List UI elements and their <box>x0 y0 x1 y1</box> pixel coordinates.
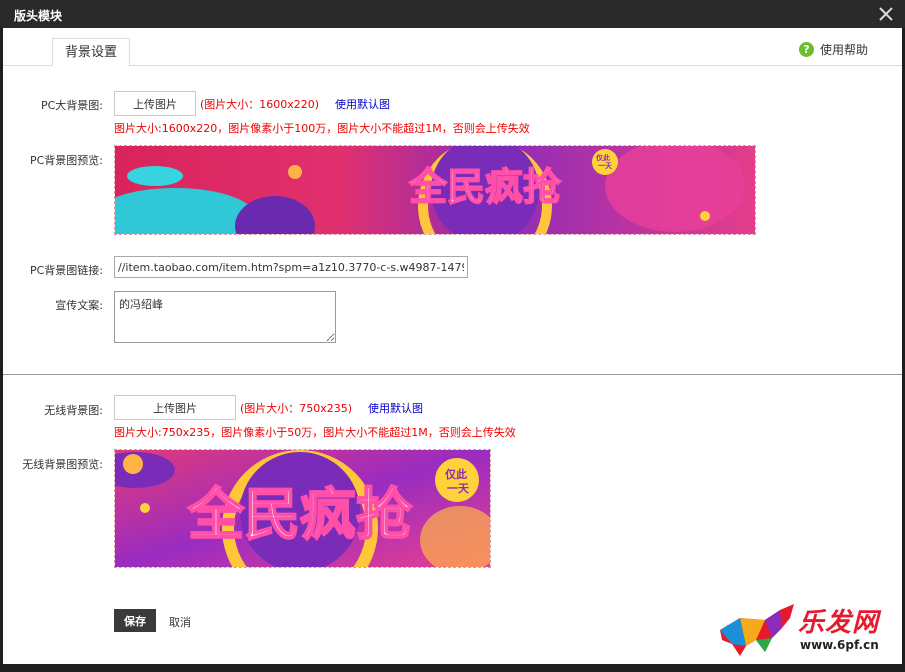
mobile-size-note: (图片大小：750x235) <box>240 402 353 415</box>
section-divider <box>3 374 902 375</box>
mobile-banner-image: 仅此 一天 全民疯抢 <box>115 450 490 567</box>
bottom-bar <box>0 664 905 672</box>
pc-bg-label: PC大背景图: <box>40 99 103 112</box>
close-icon[interactable] <box>877 5 895 23</box>
mobile-preview-label: 无线背景图预览: <box>22 458 103 471</box>
dialog-panel: 背景设置 ? 使用帮助 PC大背景图: 上传图片 (图片大小：1600x220)… <box>3 28 902 664</box>
save-button[interactable]: 保存 <box>114 609 156 632</box>
pc-link-label: PC背景图链接: <box>29 264 103 277</box>
pc-banner-text: 全民疯抢 <box>408 165 562 209</box>
help-link[interactable]: ? 使用帮助 <box>798 41 868 58</box>
pc-upload-warning: 图片大小:1600x220，图片像素小于100万，图片大小不能超过1M，否则会上… <box>114 122 530 135</box>
pc-use-default-link[interactable]: 使用默认图 <box>335 96 390 112</box>
watermark-brand: 乐发网 <box>798 608 880 638</box>
cancel-button[interactable]: 取消 <box>169 614 191 630</box>
pc-banner-image: 仅此 一天 全民疯抢 <box>115 146 755 234</box>
mobile-bg-label: 无线背景图: <box>44 404 103 417</box>
watermark: 乐发网 www.6pf.cn <box>710 600 900 660</box>
tab-bar: 背景设置 ? 使用帮助 <box>3 28 902 67</box>
window-title: 版头模块 <box>14 9 63 23</box>
pc-link-input[interactable] <box>114 256 468 278</box>
watermark-url: www.6pf.cn <box>800 638 879 652</box>
copy-textarea[interactable]: 的冯绍峰 <box>114 291 336 343</box>
pc-upload-button[interactable]: 上传图片 <box>114 91 196 116</box>
mobile-use-default-link[interactable]: 使用默认图 <box>368 400 423 416</box>
bull-logo-icon <box>720 604 794 656</box>
help-label: 使用帮助 <box>819 43 868 57</box>
window-titlebar: 版头模块 <box>0 0 905 28</box>
pc-preview-label: PC背景图预览: <box>29 154 103 167</box>
pc-size-note: (图片大小：1600x220) <box>200 98 320 111</box>
mobile-banner-text: 全民疯抢 <box>187 483 413 548</box>
mobile-upload-button[interactable]: 上传图片 <box>114 395 236 420</box>
help-icon: ? <box>798 42 814 57</box>
mobile-banner-preview: 仅此 一天 全民疯抢 <box>114 449 491 568</box>
mobile-badge-top: 仅此 <box>444 467 467 481</box>
pc-badge-bottom: 一天 <box>598 162 613 170</box>
pc-badge-top: 仅此 <box>595 153 610 162</box>
mobile-upload-warning: 图片大小:750x235，图片像素小于50万，图片大小不能超过1M，否则会上传失… <box>114 426 516 439</box>
tab-background-settings[interactable]: 背景设置 <box>52 38 130 67</box>
mobile-badge-bottom: 一天 <box>447 482 470 495</box>
pc-banner-preview: 仅此 一天 全民疯抢 <box>114 145 756 235</box>
copy-label: 宣传文案: <box>55 299 103 312</box>
